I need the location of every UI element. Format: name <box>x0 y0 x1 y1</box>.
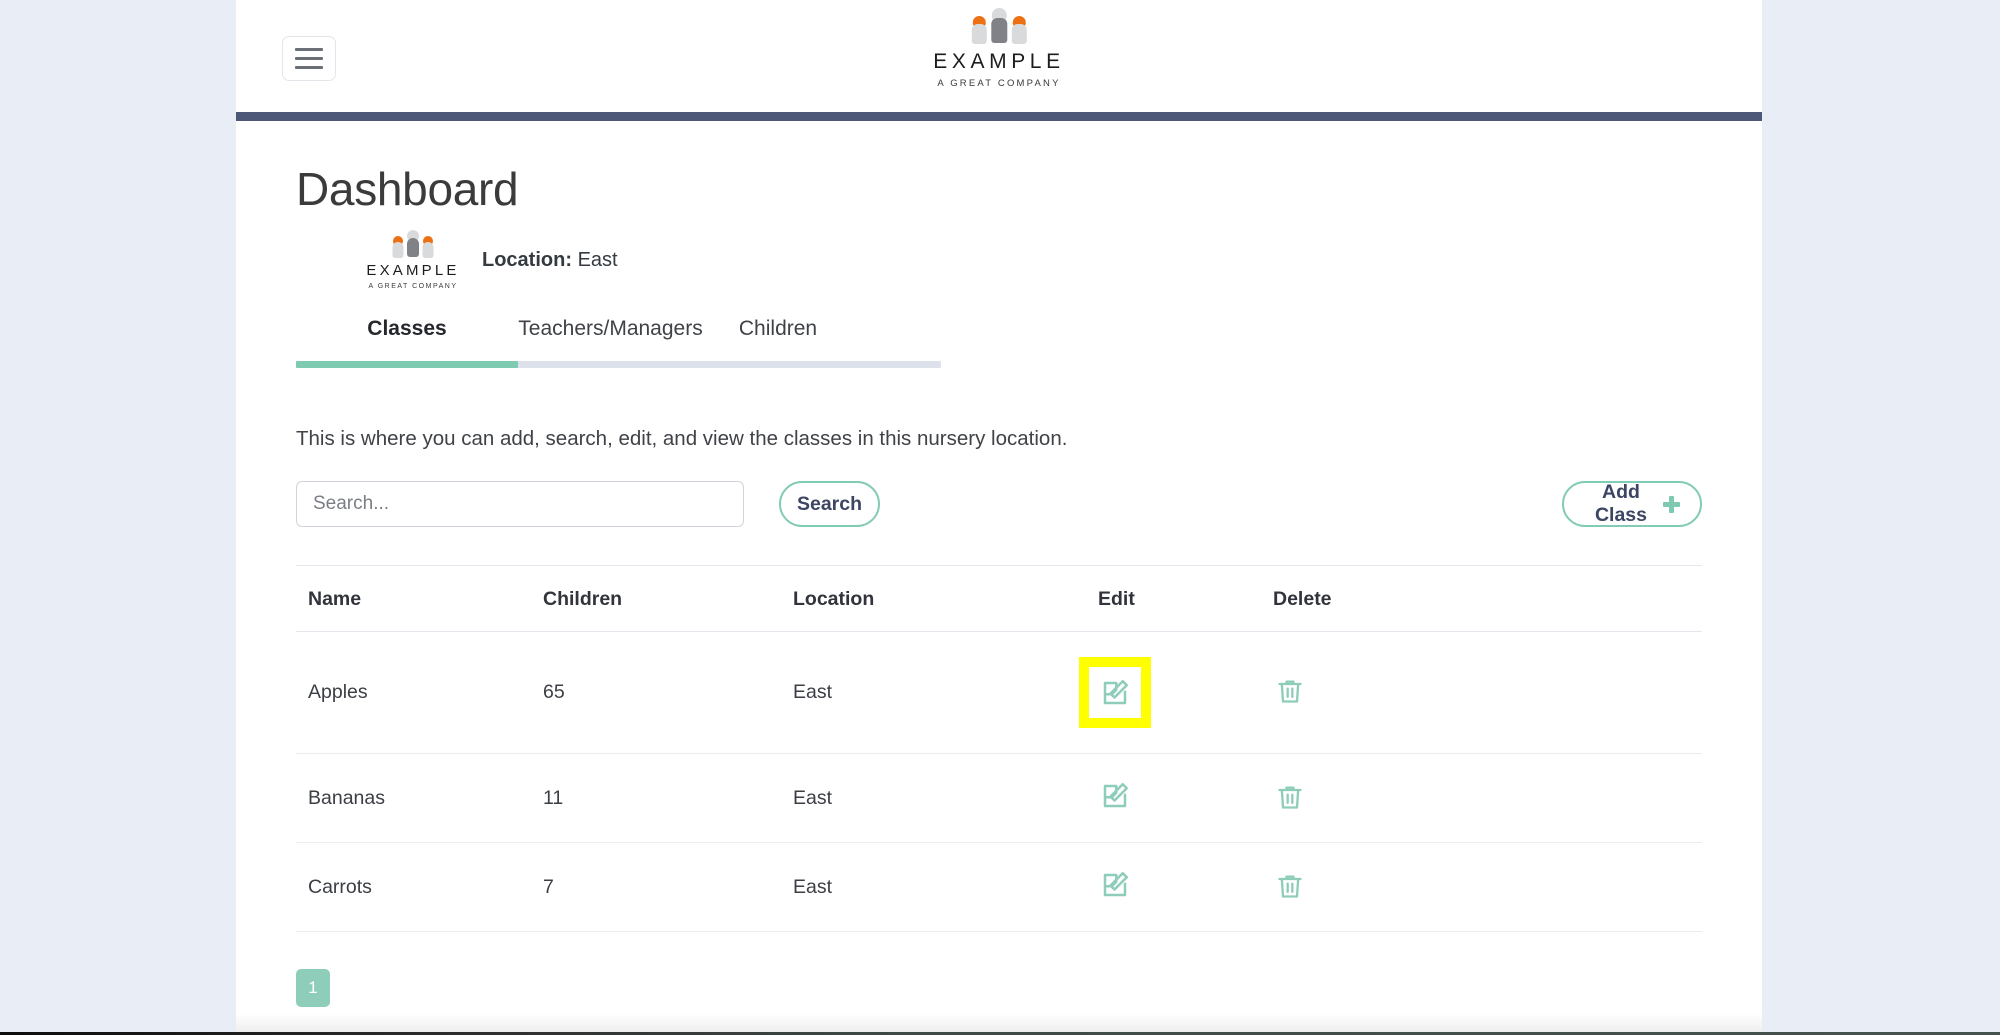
cell-delete <box>1273 631 1702 755</box>
cell-location: East <box>793 631 1098 755</box>
add-class-label: Add Class <box>1594 481 1647 527</box>
tabs-underline <box>296 360 941 368</box>
logo-figure-center <box>990 8 1008 44</box>
logo-figure-body <box>392 241 404 258</box>
brand-name: EXAMPLE <box>366 261 460 279</box>
location-value: East <box>577 248 618 271</box>
pagination-page-1[interactable]: 1 <box>296 969 330 1008</box>
page-container: EXAMPLE A GREAT COMPANY Dashboard EXAMPL… <box>236 0 1762 1035</box>
cell-edit <box>1098 842 1273 933</box>
header-meta-row: EXAMPLE A GREAT COMPANY Location: East <box>296 227 1702 301</box>
logo-figure-body <box>422 241 434 258</box>
table-row: Carrots 7 East <box>296 842 1702 933</box>
people-group-icon <box>969 8 1029 44</box>
column-header-edit: Edit <box>1098 565 1273 633</box>
page-title: Dashboard <box>296 163 519 215</box>
trash-icon[interactable] <box>1273 674 1307 708</box>
top-navbar: EXAMPLE A GREAT COMPANY <box>236 0 1762 121</box>
location-label: Location: <box>482 248 572 271</box>
logo-figure-center <box>406 229 420 258</box>
hamburger-bar <box>295 66 323 69</box>
column-header-children: Children <box>543 565 793 633</box>
cell-children: 7 <box>543 842 793 933</box>
logo-figure-left <box>392 233 404 258</box>
logo-figure-right <box>422 233 434 258</box>
brand-tagline: A GREAT COMPANY <box>368 282 458 290</box>
main-content: Dashboard EXAMPLE A GREAT COMPANY Locati… <box>236 163 1762 1008</box>
people-group-icon <box>390 229 436 258</box>
cell-location: East <box>793 753 1098 844</box>
hamburger-bar <box>295 48 323 51</box>
edit-pencil-icon[interactable] <box>1098 676 1132 710</box>
logo-figure-body <box>407 237 419 257</box>
search-toolbar: Search Add Class <box>296 481 1702 528</box>
hamburger-menu-icon[interactable] <box>282 36 336 81</box>
brand-name: EXAMPLE <box>933 50 1065 73</box>
edit-pencil-icon[interactable] <box>1098 779 1132 813</box>
column-header-location: Location <box>793 565 1098 633</box>
search-button[interactable]: Search <box>779 481 880 528</box>
cell-location: East <box>793 842 1098 933</box>
logo-figure-body <box>1011 24 1027 44</box>
tab-teachers-managers[interactable]: Teachers/Managers <box>518 317 703 361</box>
logo-figure-left <box>971 12 987 44</box>
trash-icon[interactable] <box>1273 869 1307 903</box>
pagination: 1 <box>296 969 1702 1008</box>
section-description: This is where you can add, search, edit,… <box>296 426 1068 450</box>
cell-delete <box>1273 842 1702 933</box>
inline-brand-logo-slot: EXAMPLE A GREAT COMPANY <box>296 227 482 290</box>
cell-edit <box>1098 753 1273 844</box>
logo-figure-body <box>990 18 1007 43</box>
tabs-container: Classes Teachers/Managers Children <box>296 317 941 368</box>
tab-classes[interactable]: Classes <box>296 317 518 361</box>
cell-children: 65 <box>543 631 793 755</box>
classes-table: Name Children Location Edit Delete Apple… <box>296 565 1702 933</box>
table-row: Apples 65 East <box>296 631 1702 755</box>
highlight-box <box>1079 657 1151 729</box>
cell-edit <box>1079 631 1273 755</box>
tab-list: Classes Teachers/Managers Children <box>296 317 941 361</box>
brand-tagline: A GREAT COMPANY <box>937 78 1061 89</box>
table-row: Bananas 11 East <box>296 753 1702 844</box>
cell-delete <box>1273 753 1702 844</box>
inline-brand-logo: EXAMPLE A GREAT COMPANY <box>344 229 482 290</box>
table-head: Name Children Location Edit Delete <box>296 565 1702 633</box>
search-input[interactable] <box>296 481 744 528</box>
trash-icon[interactable] <box>1273 780 1307 814</box>
table-body: Apples 65 East Bananas 11 East Carrots 7… <box>296 631 1702 933</box>
hamburger-bar <box>295 57 323 60</box>
logo-figure-body <box>971 24 987 44</box>
cell-name: Apples <box>296 631 543 755</box>
brand-logo[interactable]: EXAMPLE A GREAT COMPANY <box>933 8 1064 89</box>
column-header-name: Name <box>296 565 543 633</box>
location-info: Location: East <box>482 227 618 272</box>
edit-pencil-icon[interactable] <box>1098 868 1132 902</box>
active-tab-indicator <box>296 360 518 368</box>
cell-children: 11 <box>543 753 793 844</box>
plus-icon <box>1662 495 1681 513</box>
column-header-delete: Delete <box>1273 565 1702 633</box>
cell-name: Bananas <box>296 753 543 844</box>
tab-children[interactable]: Children <box>703 317 853 361</box>
cell-name: Carrots <box>296 842 543 933</box>
logo-figure-right <box>1011 12 1027 44</box>
table-header-row: Name Children Location Edit Delete <box>296 565 1702 633</box>
add-class-button[interactable]: Add Class <box>1562 481 1702 528</box>
